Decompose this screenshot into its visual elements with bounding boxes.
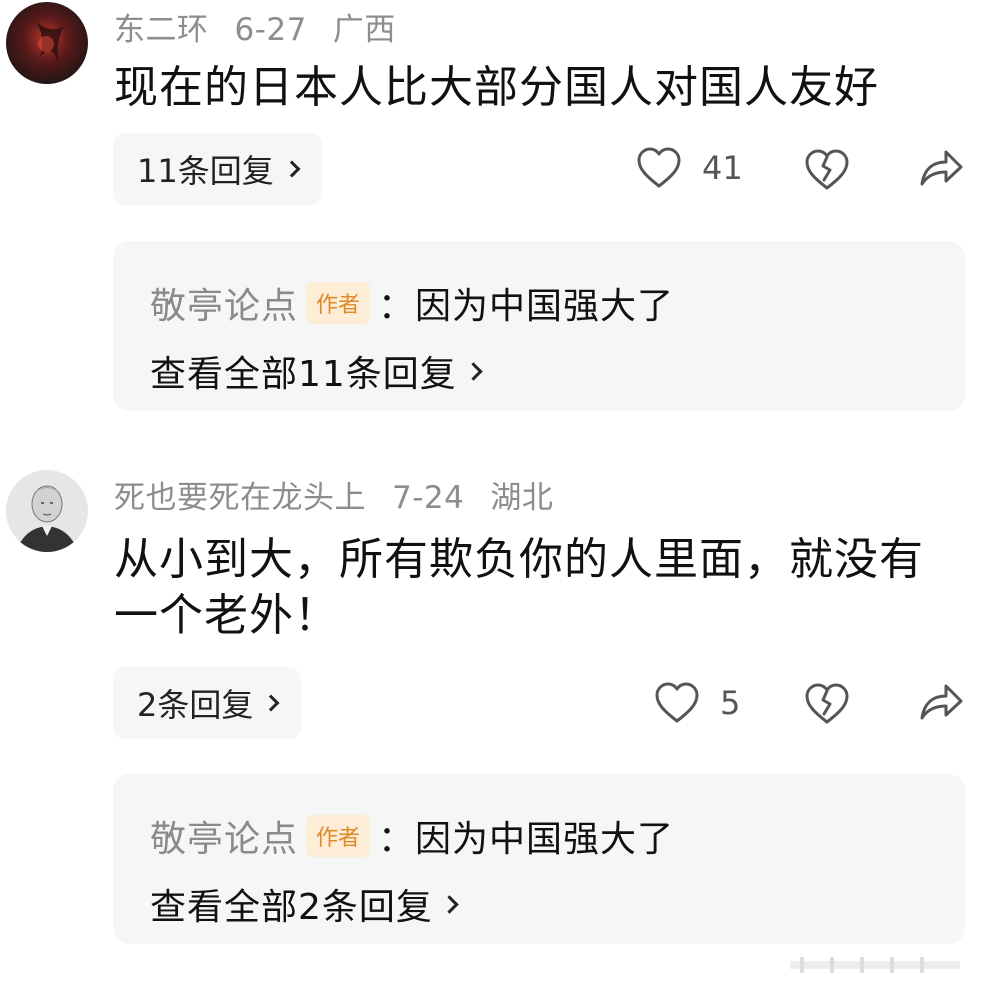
share-arrow-icon — [920, 684, 963, 720]
comment-text: 从小到大，所有欺负你的人里面，就没有一个老外！ — [114, 534, 924, 641]
chevron-right-icon — [262, 694, 280, 712]
replies-button[interactable]: 2条回复 — [113, 667, 302, 739]
sub-reply-panel[interactable]: 敬亭论点 作者 ：因为中国强大了 查看全部11条回复 — [113, 241, 965, 411]
share-button[interactable] — [918, 148, 964, 188]
comment-location: 湖北 — [490, 480, 554, 516]
comment-location: 广西 — [332, 12, 396, 48]
like-button[interactable]: 5 — [654, 681, 740, 725]
sub-reply-author[interactable]: 敬亭论点 — [150, 277, 298, 329]
sub-reply-text: ：因为中国强大了 — [378, 819, 675, 860]
avatar-image — [6, 470, 88, 552]
avatar[interactable] — [6, 2, 88, 84]
sub-reply-text: ：因为中国强大了 — [378, 286, 675, 327]
replies-button[interactable]: 11条回复 — [113, 133, 322, 205]
chevron-right-icon — [464, 361, 483, 381]
comment-date: 6-27 — [234, 12, 307, 48]
replies-label: 11条回复 — [137, 152, 274, 190]
comment-meta: 死也要死在龙头上 7-24 湖北 — [114, 472, 579, 517]
username[interactable]: 死也要死在龙头上 — [114, 480, 366, 516]
author-badge: 作者 — [306, 282, 371, 324]
avatar-image — [6, 2, 88, 84]
watermark-graphic — [790, 957, 960, 973]
view-all-label: 查看全部11条回复 — [150, 354, 457, 395]
comment-meta: 东二环 6-27 广西 — [114, 4, 422, 49]
view-all-label: 查看全部2条回复 — [150, 887, 433, 928]
view-all-replies-link[interactable]: 查看全部2条回复 — [150, 878, 459, 930]
share-button[interactable] — [918, 682, 964, 722]
replies-label: 2条回复 — [137, 686, 254, 724]
view-all-replies-link[interactable]: 查看全部11条回复 — [150, 345, 483, 397]
chevron-right-icon — [283, 160, 301, 178]
broken-heart-icon — [805, 683, 849, 724]
comment-date: 7-24 — [392, 480, 465, 516]
like-button[interactable]: 41 — [636, 146, 743, 190]
sub-reply-panel[interactable]: 敬亭论点 作者 ：因为中国强大了 查看全部2条回复 — [113, 774, 965, 944]
avatar[interactable] — [6, 470, 88, 552]
username[interactable]: 东二环 — [114, 12, 209, 48]
heart-outline-icon — [655, 682, 699, 723]
author-badge: 作者 — [306, 815, 371, 857]
comment-text: 现在的日本人比大部分国人对国人友好 — [114, 62, 879, 113]
dislike-button[interactable] — [804, 148, 850, 192]
dislike-button[interactable] — [804, 682, 850, 726]
like-count: 5 — [720, 684, 741, 722]
share-arrow-icon — [920, 150, 963, 186]
heart-outline-icon — [637, 147, 681, 188]
like-count: 41 — [702, 149, 743, 187]
chevron-right-icon — [440, 894, 459, 914]
broken-heart-icon — [805, 149, 849, 190]
sub-reply-author[interactable]: 敬亭论点 — [150, 810, 298, 862]
sub-reply-line: 敬亭论点 作者 ：因为中国强大了 — [150, 277, 674, 329]
sub-reply-line: 敬亭论点 作者 ：因为中国强大了 — [150, 810, 674, 862]
